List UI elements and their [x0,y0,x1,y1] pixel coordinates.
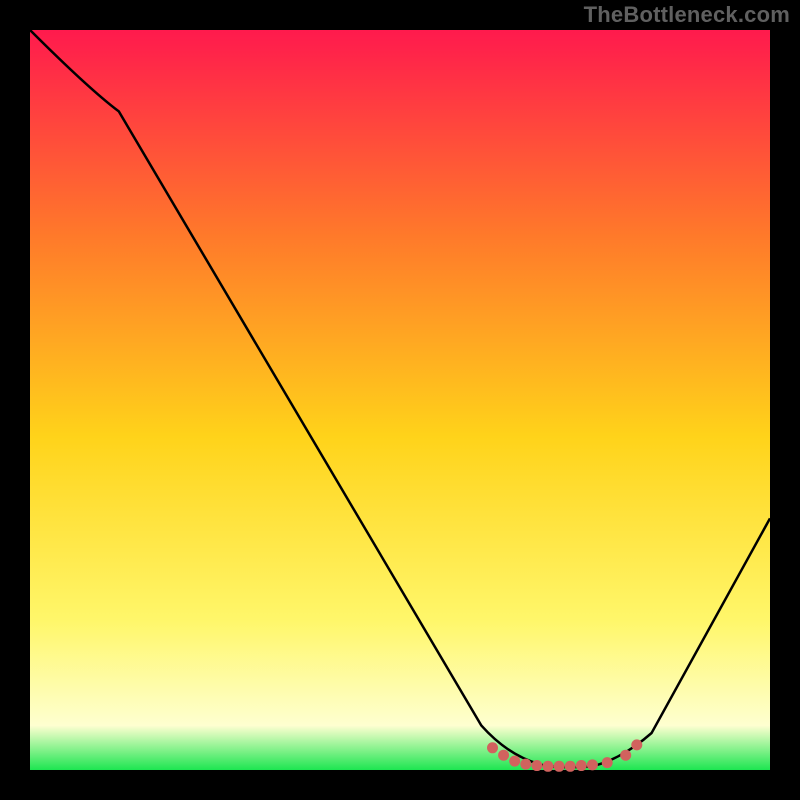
chart-svg [0,0,800,800]
chart-stage: TheBottleneck.com [0,0,800,800]
plot-background [30,30,770,770]
optimal-marker-dot [531,760,542,771]
optimal-marker-dot [620,750,631,761]
optimal-marker-dot [554,761,565,772]
optimal-marker-dot [587,759,598,770]
watermark-text: TheBottleneck.com [584,2,790,28]
optimal-marker-dot [509,756,520,767]
optimal-marker-dot [602,757,613,768]
optimal-marker-dot [543,761,554,772]
optimal-marker-dot [520,759,531,770]
optimal-marker-dot [498,750,509,761]
optimal-marker-dot [487,742,498,753]
optimal-marker-dot [565,761,576,772]
optimal-marker-dot [576,760,587,771]
optimal-marker-dot [631,739,642,750]
